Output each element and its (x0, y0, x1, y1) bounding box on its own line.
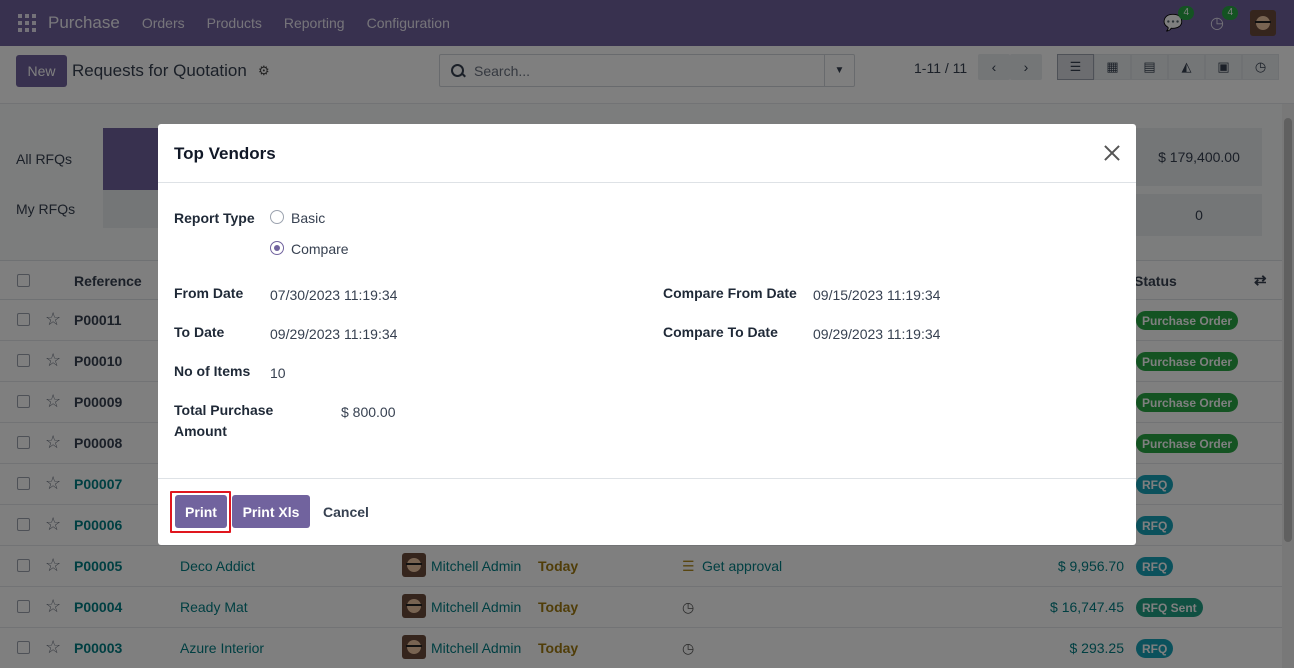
print-button[interactable]: Print (175, 495, 227, 528)
total-purchase-label-line2: Amount (174, 423, 227, 439)
compare-to-date-label: Compare To Date (663, 324, 778, 340)
print-xls-button[interactable]: Print Xls (232, 495, 310, 528)
compare-to-date-field[interactable]: 09/29/2023 11:19:34 (813, 326, 940, 342)
compare-from-date-label: Compare From Date (663, 285, 797, 301)
top-vendors-dialog: Top Vendors Report Type Basic Compare Fr… (158, 124, 1136, 545)
radio-compare[interactable] (270, 241, 284, 255)
radio-basic-label[interactable]: Basic (291, 210, 325, 226)
report-type-label: Report Type (174, 210, 255, 226)
from-date-field[interactable]: 07/30/2023 11:19:34 (270, 287, 397, 303)
radio-compare-label[interactable]: Compare (291, 241, 349, 257)
dialog-title: Top Vendors (174, 144, 276, 163)
no-of-items-field[interactable]: 10 (270, 365, 286, 381)
no-of-items-label: No of Items (174, 363, 251, 379)
to-date-label: To Date (174, 324, 225, 340)
total-purchase-field[interactable]: $ 800.00 (341, 404, 396, 420)
dialog-footer: Print Print Xls Cancel (158, 478, 1136, 545)
to-date-field[interactable]: 09/29/2023 11:19:34 (270, 326, 397, 342)
total-purchase-label-line1: Total Purchase (174, 402, 274, 418)
from-date-label: From Date (174, 285, 244, 301)
compare-from-date-field[interactable]: 09/15/2023 11:19:34 (813, 287, 940, 303)
radio-basic[interactable] (270, 210, 284, 224)
close-icon[interactable] (1103, 144, 1121, 162)
dialog-header: Top Vendors (158, 124, 1136, 183)
cancel-button[interactable]: Cancel (316, 495, 376, 528)
